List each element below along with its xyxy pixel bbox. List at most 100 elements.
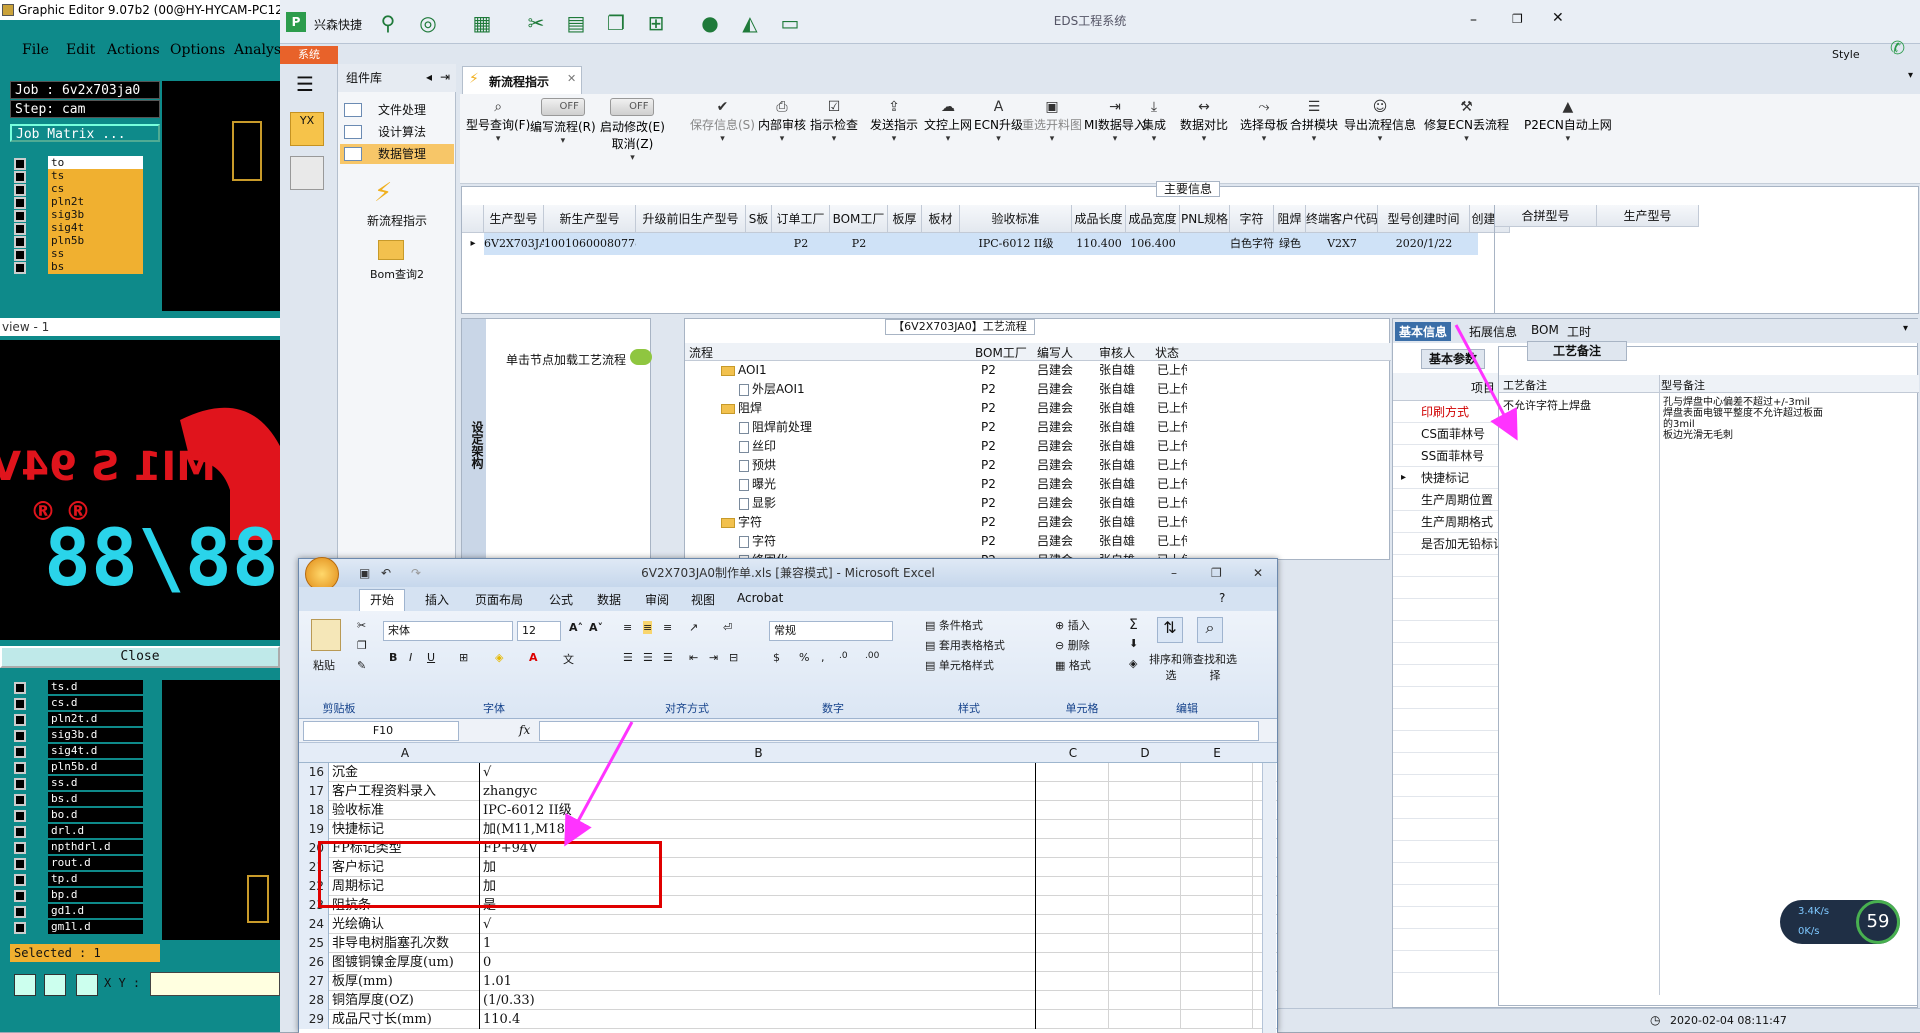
restore-icon[interactable]: ❐ bbox=[1512, 12, 1523, 26]
style-menu[interactable]: Style bbox=[1832, 48, 1860, 61]
shortcut-new-flow[interactable]: 新流程指示 bbox=[338, 212, 456, 229]
layer-row[interactable]: drl.d bbox=[12, 824, 143, 839]
layer-checkbox[interactable] bbox=[14, 262, 26, 274]
empty-cell[interactable] bbox=[1109, 991, 1181, 1010]
cell-b[interactable]: 110.4 bbox=[481, 1010, 1036, 1029]
ribbon-tab[interactable]: 公式 bbox=[549, 591, 573, 608]
close-window-icon[interactable]: ✕ bbox=[1552, 10, 1564, 26]
row-number[interactable]: 18 bbox=[299, 801, 329, 820]
lifebuoy-icon[interactable]: ◎ bbox=[416, 12, 440, 34]
folder-icon[interactable] bbox=[378, 240, 404, 260]
layer-checkbox[interactable] bbox=[14, 682, 26, 694]
layer-checkbox[interactable] bbox=[14, 778, 26, 790]
empty-cell[interactable] bbox=[1109, 953, 1181, 972]
dropdown-chevron-icon[interactable]: ▾ bbox=[810, 133, 858, 145]
dropdown-chevron-icon[interactable]: ▾ bbox=[600, 152, 665, 164]
phone-icon[interactable]: ✆ bbox=[1890, 38, 1905, 59]
empty-cell[interactable] bbox=[1037, 896, 1109, 915]
close-button[interactable]: Close bbox=[0, 646, 280, 668]
grid-apps-icon[interactable]: ⊞ bbox=[644, 12, 668, 34]
number-format-select[interactable]: 常规 bbox=[769, 621, 893, 641]
align-right-icon[interactable]: ☰ bbox=[663, 651, 673, 664]
flow-row[interactable]: 字符 P2 吕建会 张自雄 已上传 bbox=[685, 532, 1187, 551]
grid-cell[interactable] bbox=[636, 233, 746, 255]
grid-icon[interactable] bbox=[76, 974, 98, 996]
ribbon-tab[interactable]: 开始 bbox=[359, 589, 406, 611]
grid-header[interactable]: PNL规格 bbox=[1180, 205, 1230, 233]
dropdown-chevron-icon[interactable]: ▾ bbox=[1424, 133, 1509, 145]
ribbon-tab[interactable]: Acrobat bbox=[737, 591, 783, 605]
empty-cell[interactable] bbox=[1181, 782, 1253, 801]
shortcut-bom-query[interactable]: Bom查询2 bbox=[338, 266, 456, 282]
right-tab[interactable]: BOM bbox=[1527, 322, 1563, 338]
grid-cell[interactable] bbox=[922, 233, 960, 255]
nav-back-icon[interactable]: ◂ bbox=[426, 70, 432, 84]
dropdown-chevron-icon[interactable]: ▾ bbox=[1524, 133, 1612, 145]
tree-design-algorithm[interactable]: 设计算法 bbox=[340, 122, 454, 142]
dropdown-chevron-icon[interactable]: ▾ bbox=[1142, 133, 1166, 145]
grid-header[interactable]: 新生产型号 bbox=[544, 205, 636, 233]
row-number[interactable]: 29 bbox=[299, 1010, 329, 1029]
empty-cell[interactable] bbox=[1109, 839, 1181, 858]
row-number[interactable]: 26 bbox=[299, 953, 329, 972]
layer-row[interactable]: gd1.d bbox=[12, 904, 143, 919]
increase-indent-icon[interactable]: ⇥ bbox=[709, 651, 718, 664]
empty-cell[interactable] bbox=[1181, 1010, 1253, 1029]
empty-cell[interactable] bbox=[1037, 915, 1109, 934]
grid-header[interactable]: 板材 bbox=[922, 205, 960, 233]
toolbar-button[interactable]: ↔ 数据对比 ▾ bbox=[1180, 98, 1228, 145]
name-box[interactable]: F10 bbox=[303, 721, 459, 741]
toolbar-button[interactable]: A ECN升级 ▾ bbox=[974, 98, 1023, 145]
empty-cell[interactable] bbox=[1109, 934, 1181, 953]
cell-a[interactable]: 验收标准 bbox=[330, 801, 480, 820]
layer-row[interactable]: cs.d bbox=[12, 696, 143, 711]
delete-cells-button[interactable]: ⊖ 删除 bbox=[1055, 637, 1090, 653]
xy-input[interactable] bbox=[150, 972, 280, 996]
decrease-indent-icon[interactable]: ⇤ bbox=[689, 651, 698, 664]
lightning-icon[interactable]: ⚡ bbox=[374, 178, 392, 208]
conditional-format-button[interactable]: ▤ 条件格式 bbox=[925, 617, 983, 633]
grid-header[interactable]: 成品长度 bbox=[1072, 205, 1126, 233]
empty-cell[interactable] bbox=[1181, 858, 1253, 877]
cell-b[interactable]: zhangyc bbox=[481, 782, 1036, 801]
empty-cell[interactable] bbox=[1181, 820, 1253, 839]
layer-checkbox[interactable] bbox=[14, 762, 26, 774]
chart-icon[interactable]: ◭ bbox=[738, 12, 762, 34]
grid-header[interactable]: 生产型号 bbox=[484, 205, 544, 233]
flow-row[interactable]: 外层AOI1 P2 吕建会 张自雄 已上传 bbox=[685, 380, 1187, 399]
find-select-button[interactable]: 查找和选择 bbox=[1193, 651, 1237, 683]
orientation-icon[interactable]: ↗ bbox=[689, 621, 698, 634]
toolbar-button[interactable]: ⇪ 发送指示 ▾ bbox=[870, 98, 918, 145]
empty-cell[interactable] bbox=[1109, 801, 1181, 820]
toolbar-button[interactable]: ⌕ 型号查询(F) ▾ bbox=[466, 98, 530, 145]
empty-cell[interactable] bbox=[1109, 782, 1181, 801]
col-header-c[interactable]: C bbox=[1037, 743, 1109, 763]
layer-checkbox[interactable] bbox=[14, 794, 26, 806]
xl-close-icon[interactable]: ✕ bbox=[1253, 559, 1263, 587]
toolbar-button[interactable]: ⚒ 修复ECN丢流程 ▾ bbox=[1424, 98, 1509, 145]
layer-checkbox[interactable] bbox=[14, 890, 26, 902]
flow-node[interactable]: 丝印 bbox=[739, 437, 971, 456]
increase-decimal-icon[interactable]: .0 bbox=[839, 651, 848, 661]
flow-header-cell[interactable]: 流程 bbox=[689, 344, 713, 361]
empty-cell[interactable] bbox=[1037, 877, 1109, 896]
grid-cell[interactable] bbox=[746, 233, 772, 255]
underline-icon[interactable]: U bbox=[427, 651, 435, 664]
empty-cell[interactable] bbox=[1037, 858, 1109, 877]
layer-row[interactable]: bo.d bbox=[12, 808, 143, 823]
toolbar-button[interactable]: ☑ 指示检查 ▾ bbox=[810, 98, 858, 145]
empty-cell[interactable] bbox=[1109, 820, 1181, 839]
cell-a[interactable]: 非导电树脂塞孔次数 bbox=[330, 934, 480, 953]
cell-b[interactable]: IPC-6012 II级 bbox=[481, 801, 1036, 820]
scissors-icon[interactable]: ✂ bbox=[524, 12, 548, 34]
tool-icon-2[interactable] bbox=[44, 974, 66, 996]
grid-cell[interactable]: V2X7 bbox=[1306, 233, 1378, 255]
tree-file-processing[interactable]: 文件处理 bbox=[340, 100, 454, 120]
layer-checkbox[interactable] bbox=[14, 906, 26, 918]
empty-cell[interactable] bbox=[1181, 896, 1253, 915]
tab-dropdown-icon[interactable]: ▾ bbox=[1908, 70, 1913, 81]
cell-a[interactable]: 沉金 bbox=[330, 763, 480, 782]
flow-row[interactable]: 丝印 P2 吕建会 张自雄 已上传 bbox=[685, 437, 1187, 456]
system-tab[interactable]: 系统 bbox=[280, 46, 338, 64]
paste-button[interactable]: 粘贴 bbox=[313, 657, 335, 673]
